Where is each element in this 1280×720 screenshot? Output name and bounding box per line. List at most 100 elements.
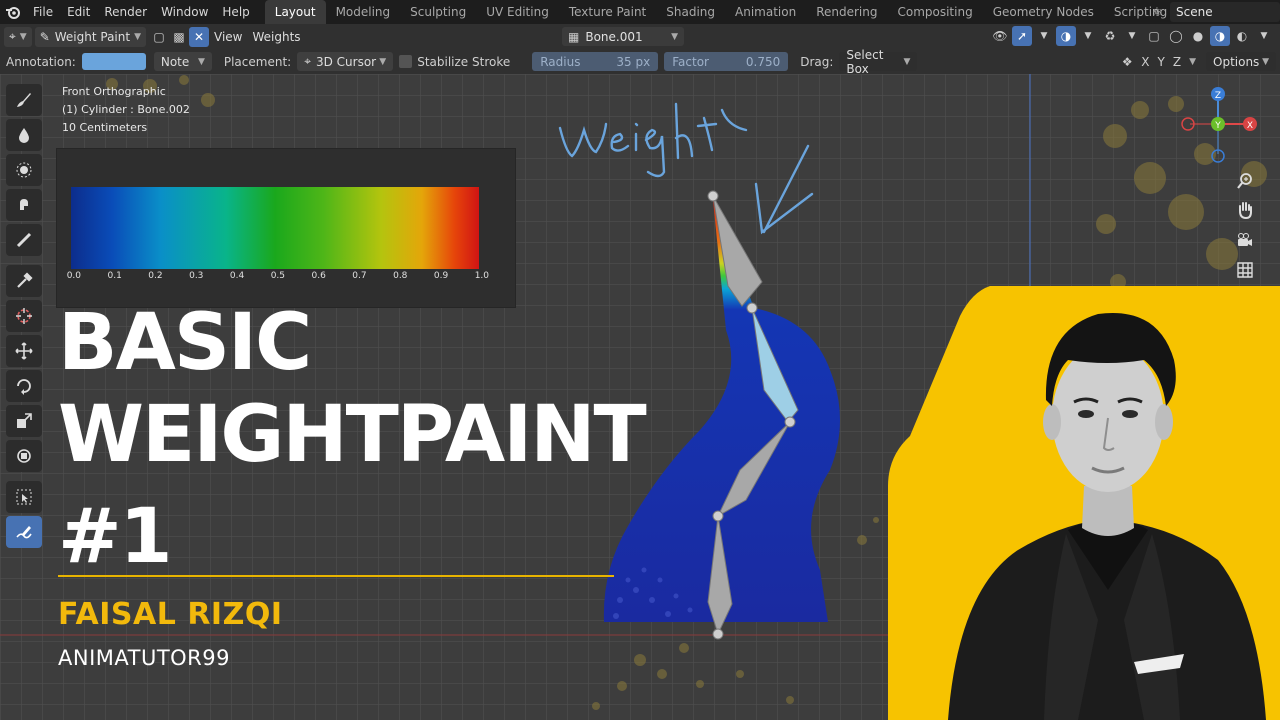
rotate-tool-button[interactable] (6, 370, 42, 402)
tab-geometry-nodes[interactable]: Geometry Nodes (983, 0, 1104, 24)
pan-button[interactable] (1232, 197, 1258, 223)
mirror-y-toggle[interactable]: Y (1154, 55, 1169, 69)
navigation-gizmo[interactable]: Z Y X (1178, 82, 1258, 172)
menu-weights[interactable]: Weights (247, 27, 305, 47)
scene-selector[interactable]: ⚛ Scene (1144, 2, 1280, 22)
bone-joint[interactable] (746, 302, 758, 314)
armature-icon[interactable]: ♻ (1100, 26, 1120, 46)
mirror-x-toggle[interactable]: X (1137, 55, 1153, 69)
blender-logo-icon[interactable] (0, 0, 26, 24)
select-box-tool-button[interactable] (6, 481, 42, 513)
tab-shading[interactable]: Shading (656, 0, 725, 24)
mask-vertex-icon[interactable]: ▩ (169, 27, 189, 47)
chevron-down-icon[interactable]: ▼ (1122, 26, 1142, 46)
weight-paint-mesh[interactable] (540, 84, 870, 684)
bone-joint[interactable] (712, 628, 724, 640)
chevron-down-icon[interactable]: ▼ (1034, 26, 1054, 46)
sample-weight-tool-button[interactable] (6, 265, 42, 297)
bone-selection-icon[interactable]: ✕ (189, 26, 209, 47)
mode-label: Weight Paint (54, 29, 131, 44)
options-dropdown[interactable]: Options ▼ (1206, 52, 1276, 71)
chevron-down-icon[interactable]: ▼ (1189, 57, 1196, 67)
tab-rendering[interactable]: Rendering (806, 0, 887, 24)
mode-dropdown[interactable]: ✎ Weight Paint ▼ (34, 26, 146, 47)
radius-slider[interactable]: Radius 35 px (532, 52, 659, 71)
bone-joint[interactable] (712, 510, 724, 522)
draw-tool-button[interactable] (6, 84, 42, 116)
placement-dropdown[interactable]: ⌖ 3D Cursor ▼ (297, 52, 394, 71)
grid-icon (1237, 262, 1253, 278)
top-menu-bar: File Edit Render Window Help Layout Mode… (0, 0, 1280, 24)
active-bone-field[interactable]: ▦ Bone.001 ▼ (562, 27, 684, 46)
viewport-info-overlay: Front Orthographic (1) Cylinder : Bone.0… (62, 83, 190, 137)
wireframe-shading-icon[interactable]: ◯ (1166, 26, 1186, 46)
menu-view[interactable]: View (209, 27, 247, 47)
overlays-icon[interactable]: ◑ (1056, 26, 1076, 46)
menu-file[interactable]: File (26, 0, 60, 24)
mirror-icon[interactable]: ❖ (1117, 52, 1137, 72)
left-toolbar (6, 84, 44, 551)
drag-dropdown[interactable]: Select Box ▼ (839, 48, 918, 76)
menu-window[interactable]: Window (154, 0, 215, 24)
3d-viewport[interactable]: 0.0 0.1 0.2 0.3 0.4 0.5 0.6 0.7 0.8 0.9 … (0, 74, 1280, 720)
tab-texture-paint[interactable]: Texture Paint (559, 0, 656, 24)
scale-tick: 0.5 (270, 271, 286, 281)
scale-tool-button[interactable] (6, 405, 42, 437)
chevron-down-icon: ▼ (1262, 56, 1269, 67)
scale-tick: 0.1 (107, 271, 122, 281)
placement-value: 3D Cursor (315, 54, 377, 69)
ortho-toggle-button[interactable] (1232, 257, 1258, 283)
scale-tick: 0.0 (66, 271, 82, 281)
stabilize-stroke-checkbox[interactable] (399, 55, 413, 68)
drag-value: Select Box (846, 47, 884, 76)
cursor-tool-button[interactable] (6, 300, 42, 332)
scale-tick: 0.3 (189, 271, 204, 281)
gizmo-toggle-icon[interactable]: ➚ (1012, 26, 1032, 46)
move-tool-button[interactable] (6, 335, 42, 367)
eyedropper-icon (17, 272, 33, 288)
tab-sculpting[interactable]: Sculpting (400, 0, 476, 24)
mirror-z-toggle[interactable]: Z (1169, 55, 1185, 69)
gradient-tool-button[interactable] (6, 224, 42, 256)
solid-shading-icon[interactable]: ● (1188, 26, 1208, 46)
rendered-shading-icon[interactable]: ◐ (1232, 26, 1252, 46)
note-layer-dropdown[interactable]: Note ▼ (153, 52, 212, 71)
editor-type-dropdown[interactable]: ⌖ ▼ (4, 26, 32, 47)
thumbnail-title-line-2: WEIGHTPAINT (58, 390, 647, 480)
chevron-down-icon: ▼ (903, 56, 911, 67)
tab-uv-editing[interactable]: UV Editing (476, 0, 559, 24)
tab-layout[interactable]: Layout (264, 0, 326, 24)
menu-help[interactable]: Help (215, 0, 256, 24)
chevron-down-icon[interactable]: ▼ (1254, 26, 1274, 46)
bone-joint[interactable] (707, 190, 719, 202)
menu-edit[interactable]: Edit (60, 0, 97, 24)
annotation-color-swatch[interactable] (81, 53, 146, 70)
menu-render[interactable]: Render (97, 0, 154, 24)
zoom-button[interactable] (1232, 168, 1258, 194)
smear-tool-button[interactable] (6, 189, 42, 221)
scale-tick: 1.0 (474, 271, 490, 281)
mask-face-icon[interactable]: ▢ (149, 27, 169, 47)
transform-icon (17, 449, 31, 463)
options-label: Options (1213, 54, 1260, 69)
factor-slider[interactable]: Factor 0.750 (664, 52, 789, 71)
cursor-icon: ⌖ (304, 54, 311, 68)
transform-tool-button[interactable] (6, 440, 42, 472)
blur-tool-button[interactable] (6, 119, 42, 151)
rotate-icon (17, 379, 31, 395)
xray-icon[interactable]: ▢ (1144, 26, 1164, 46)
scale-tick: 0.4 (229, 271, 245, 281)
tab-animation[interactable]: Animation (725, 0, 806, 24)
camera-view-button[interactable] (1232, 227, 1258, 253)
weight-scale-ticks: 0.0 0.1 0.2 0.3 0.4 0.5 0.6 0.7 0.8 0.9 … (67, 271, 489, 285)
tab-compositing[interactable]: Compositing (887, 0, 982, 24)
gizmo-y-label: Y (1214, 121, 1221, 131)
annotate-tool-button[interactable] (6, 516, 42, 548)
bone-joint[interactable] (784, 416, 796, 428)
eye-visibility-icon[interactable]: 👁 (990, 26, 1010, 46)
average-tool-button[interactable] (6, 154, 42, 186)
material-shading-icon[interactable]: ◑ (1210, 26, 1230, 46)
chevron-down-icon[interactable]: ▼ (1078, 26, 1098, 46)
scene-name[interactable]: Scene (1170, 2, 1280, 22)
tab-modeling[interactable]: Modeling (326, 0, 401, 24)
